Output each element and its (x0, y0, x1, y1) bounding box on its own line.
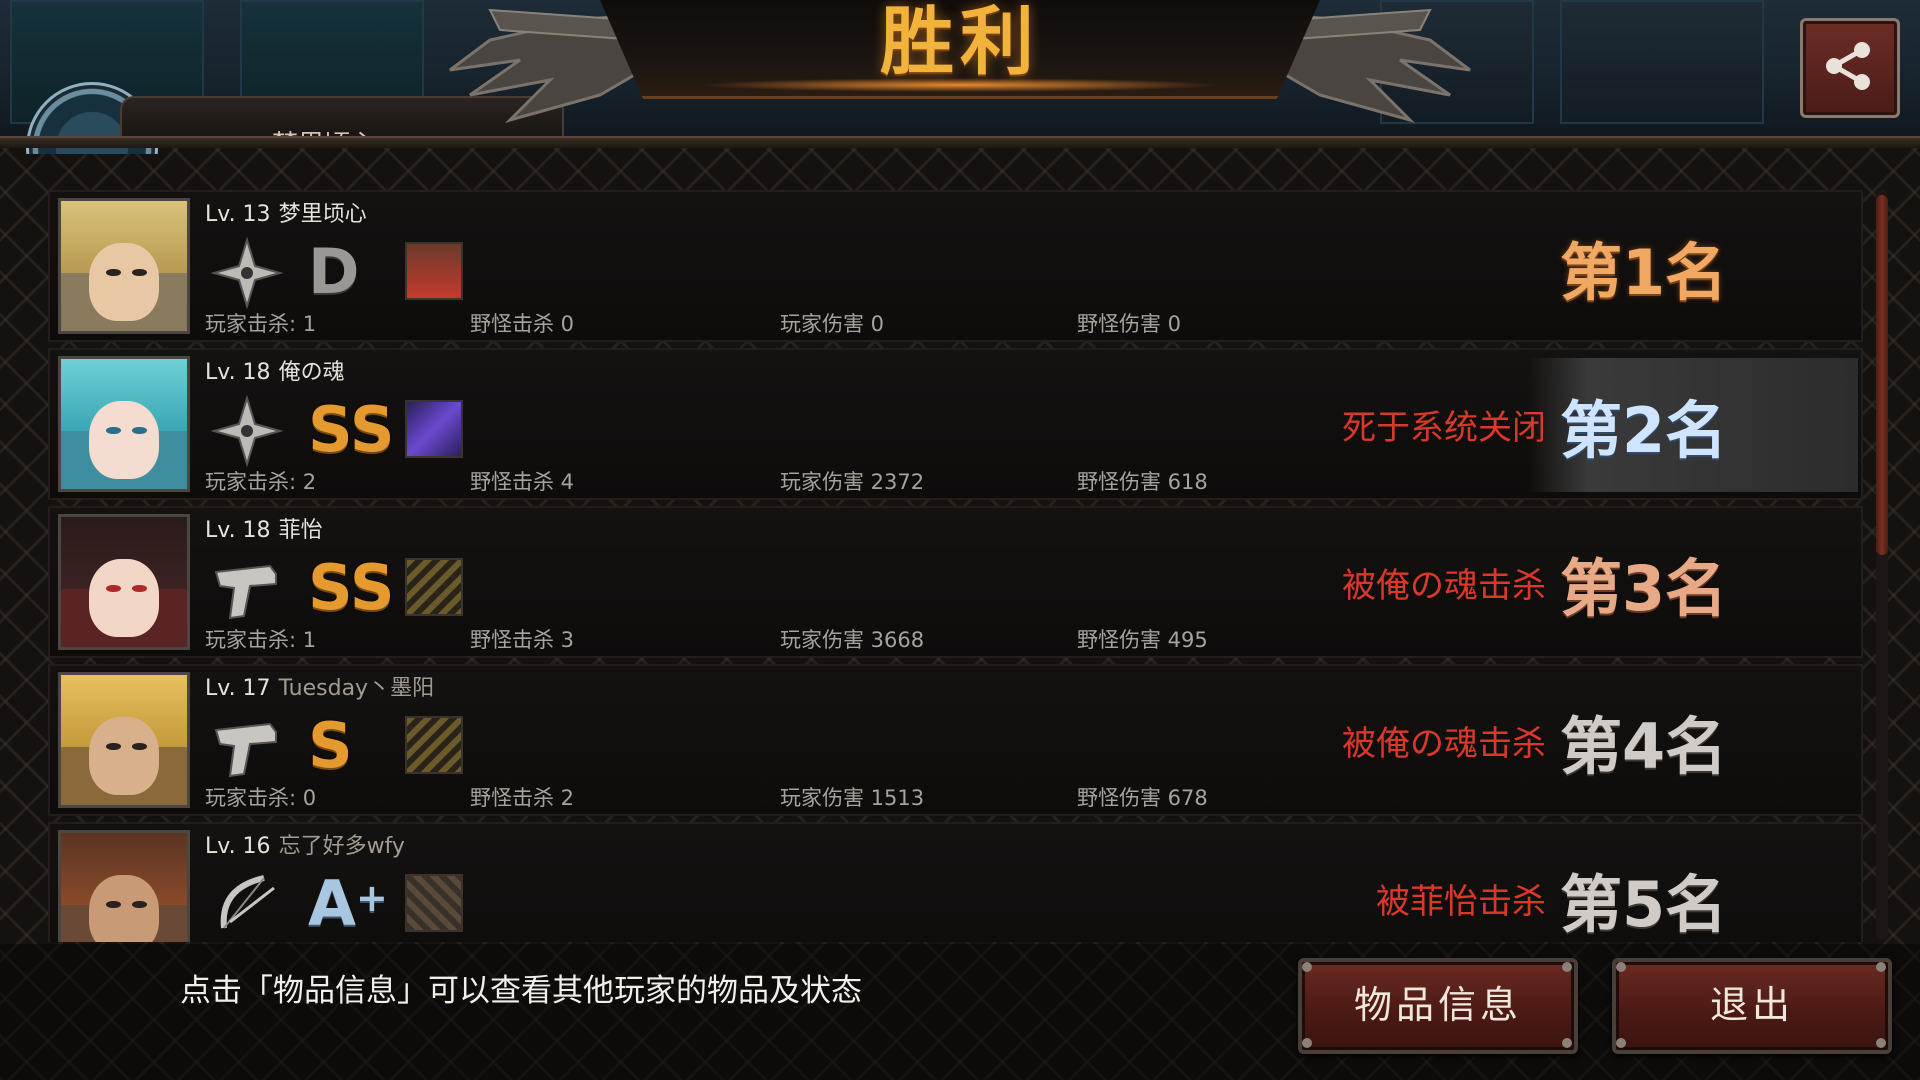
player-level: Lv. 16 (205, 834, 271, 859)
monster-damage: 野怪伤害 678 (1077, 786, 1208, 810)
pistol-icon (214, 722, 277, 778)
monster-damage: 野怪伤害 495 (1077, 628, 1208, 652)
player-grade: S (308, 709, 353, 782)
player-level-name: Lv. 16 忘了好多wfy (205, 828, 405, 860)
exit-button[interactable]: 退出 (1612, 958, 1892, 1054)
share-button[interactable] (1800, 18, 1900, 118)
player-grade: SS (308, 551, 395, 624)
avatar-eye (131, 900, 147, 909)
character-item-icon (405, 242, 463, 300)
purple-item-icon (405, 400, 463, 458)
player-name: 菲怡 (278, 518, 323, 543)
pistol-icon (214, 564, 277, 620)
list-scrollbar-thumb[interactable] (1876, 195, 1888, 555)
monster-kills: 野怪击杀 4 (470, 470, 575, 494)
player-rank: 第1名 (1560, 236, 1728, 309)
player-row[interactable]: Lv. 18 俺の魂 SS 玩家击杀: 2 野怪击杀 4 玩家伤害 2372 野怪… (48, 348, 1863, 500)
player-kills: 玩家击杀: 0 (205, 786, 317, 810)
shuriken-icon (210, 236, 284, 310)
monster-damage: 野怪伤害 618 (1077, 470, 1208, 494)
monster-kills: 野怪击杀 3 (470, 628, 575, 652)
avatar-face (88, 716, 160, 795)
player-name: 忘了好多wfy (278, 834, 405, 859)
player-level-name: Lv. 17 Tuesday丶墨阳 (205, 670, 434, 702)
monster-kills: 野怪击杀 2 (470, 786, 575, 810)
player-result-list[interactable]: Lv. 13 梦里顷心 D 玩家击杀: 1 野怪击杀 0 玩家伤害 0 野怪伤害 … (48, 188, 1870, 942)
player-row[interactable]: Lv. 16 忘了好多wfy A+ 被菲怡击杀 第5名 (48, 822, 1863, 942)
avatar-face (88, 400, 160, 479)
player-row[interactable]: Lv. 13 梦里顷心 D 玩家击杀: 1 野怪击杀 0 玩家伤害 0 野怪伤害 … (48, 190, 1863, 342)
avatar-eye (131, 584, 147, 593)
player-kills: 玩家击杀: 2 (205, 470, 317, 494)
player-name: 俺の魂 (278, 360, 345, 385)
avatar-face (88, 558, 160, 637)
player-name: Tuesday丶墨阳 (278, 676, 435, 701)
player-level: Lv. 18 (205, 518, 271, 543)
player-grade: D (308, 235, 360, 308)
player-level-name: Lv. 18 俺の魂 (205, 354, 345, 386)
avatar-eye (131, 268, 147, 277)
player-name: 梦里顷心 (278, 202, 367, 227)
player-rank: 第4名 (1560, 710, 1728, 783)
player-grade: A+ (308, 864, 398, 942)
header-divider (0, 136, 1920, 148)
rivet (1876, 1038, 1886, 1048)
player-row[interactable]: Lv. 18 菲怡 SS 玩家击杀: 1 野怪击杀 3 玩家伤害 3668 野怪伤… (48, 506, 1863, 658)
avatar-face (88, 874, 160, 942)
item-info-button[interactable]: 物品信息 (1298, 958, 1578, 1054)
death-cause: 被俺の魂击杀 (1342, 724, 1546, 764)
player-avatar (58, 198, 190, 334)
player-rank: 第2名 (1560, 394, 1728, 467)
player-level: Lv. 13 (205, 202, 271, 227)
rivet (1302, 962, 1312, 972)
player-level-name: Lv. 18 菲怡 (205, 512, 323, 544)
monster-damage: 野怪伤害 0 (1077, 312, 1182, 336)
player-kills: 玩家击杀: 1 (205, 628, 317, 652)
death-cause: 被俺の魂击杀 (1342, 566, 1546, 606)
player-damage: 玩家伤害 1513 (780, 786, 925, 810)
victory-title: 胜利 (880, 0, 1040, 85)
player-rank: 第3名 (1560, 552, 1728, 625)
player-grade: SS (308, 393, 395, 466)
bolts-icon (405, 874, 463, 932)
rivet (1562, 962, 1572, 972)
player-grade-letter: A (308, 867, 356, 940)
monster-kills: 野怪击杀 0 (470, 312, 575, 336)
player-avatar (58, 514, 190, 650)
avatar-eye (131, 426, 147, 435)
player-level: Lv. 18 (205, 360, 271, 385)
ammo-icon (405, 716, 463, 774)
player-rank: 第5名 (1560, 868, 1728, 941)
rivet (1616, 1038, 1626, 1048)
player-avatar (58, 356, 190, 492)
rivet (1562, 1038, 1572, 1048)
player-damage: 玩家伤害 2372 (780, 470, 925, 494)
player-avatar (58, 830, 190, 942)
player-damage: 玩家伤害 0 (780, 312, 885, 336)
player-avatar (58, 672, 190, 808)
player-grade-plus: + (355, 876, 388, 920)
player-row[interactable]: Lv. 17 Tuesday丶墨阳 S 玩家击杀: 0 野怪击杀 2 玩家伤害 1… (48, 664, 1863, 816)
rivet (1876, 962, 1886, 972)
avatar-eye (131, 742, 147, 751)
footer-hint: 点击「物品信息」可以查看其他玩家的物品及状态 (180, 973, 862, 1009)
match-result-screen: 梦里顷心 胜利 Lv. 1 (0, 0, 1920, 1080)
player-level-name: Lv. 13 梦里顷心 (205, 196, 367, 228)
death-cause: 被菲怡击杀 (1376, 882, 1546, 922)
shuriken-icon (210, 394, 284, 468)
share-icon (1826, 42, 1870, 90)
ammo-icon (405, 558, 463, 616)
avatar-face (88, 242, 160, 321)
player-kills: 玩家击杀: 1 (205, 312, 317, 336)
rivet (1302, 1038, 1312, 1048)
player-damage: 玩家伤害 3668 (780, 628, 925, 652)
rivet (1616, 962, 1626, 972)
player-level: Lv. 17 (205, 676, 271, 701)
death-cause: 死于系统关闭 (1342, 408, 1546, 448)
bow-icon (220, 875, 275, 929)
background-window (1560, 0, 1764, 124)
